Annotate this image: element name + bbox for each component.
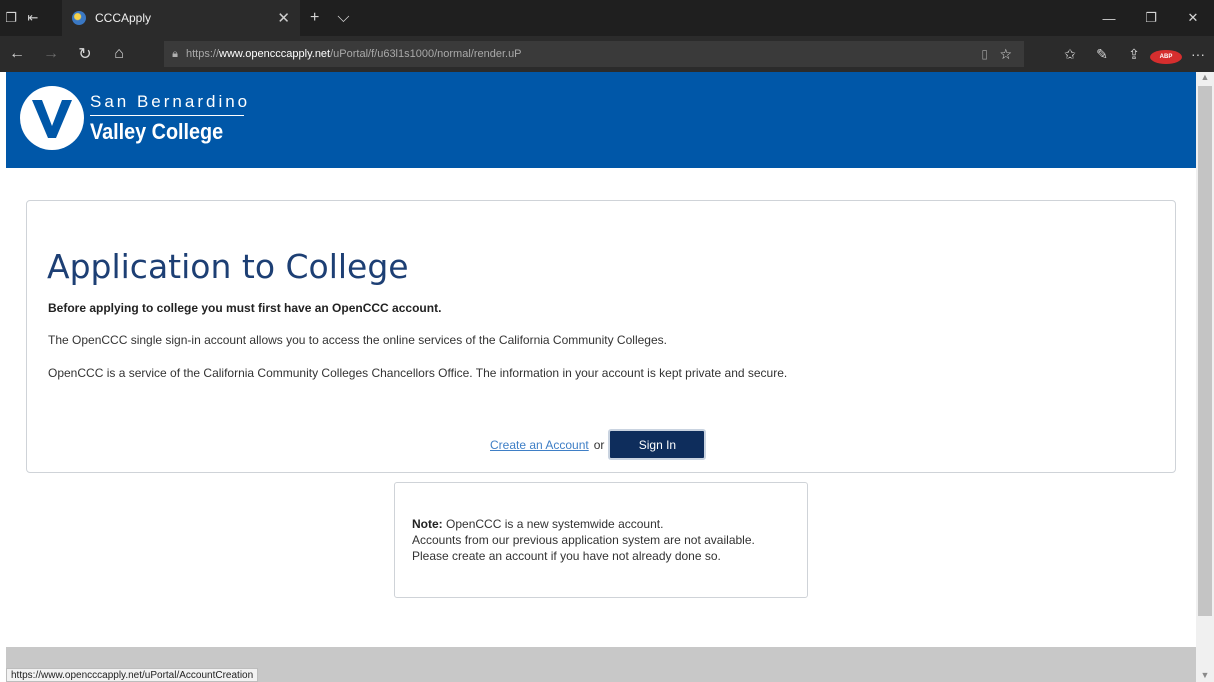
logo-v-icon xyxy=(32,100,72,138)
forward-icon[interactable]: → xyxy=(34,36,68,72)
account-actions: Create an Account or Sign In xyxy=(490,429,707,460)
url-path: /uPortal/f/u63l1s1000/normal/render.uP xyxy=(330,48,522,60)
adblock-badge: ABP xyxy=(1150,49,1182,64)
reading-view-icon[interactable]: ▯ xyxy=(981,47,988,61)
toolbar: ✩ ✎ ⇪ ABP ··· xyxy=(1054,36,1214,72)
favorite-star-icon[interactable]: ☆ xyxy=(999,46,1012,63)
create-account-link[interactable]: Create an Account xyxy=(490,438,589,452)
application-card: Application to College Before applying t… xyxy=(26,200,1176,473)
paragraph-2: OpenCCC is a service of the California C… xyxy=(48,366,788,380)
logo-line-2: Valley College xyxy=(90,119,224,144)
paragraph-1: The OpenCCC single sign-in account allow… xyxy=(48,333,667,347)
page-viewport: San Bernardino Valley College Applicatio… xyxy=(0,72,1196,682)
tab-dropdown-icon[interactable]: ⌵ xyxy=(337,9,349,27)
close-icon[interactable]: ✕ xyxy=(277,9,290,27)
site-header: San Bernardino Valley College xyxy=(6,72,1196,168)
new-tab-icon[interactable]: + xyxy=(310,9,319,27)
restore-icon[interactable]: ❐ xyxy=(1130,0,1172,36)
note-box: Note: OpenCCC is a new systemwide accoun… xyxy=(394,482,808,598)
note-text: Note: OpenCCC is a new systemwide accoun… xyxy=(412,516,755,564)
refresh-icon[interactable]: ↻ xyxy=(68,36,102,72)
scrollbar-thumb[interactable] xyxy=(1198,86,1212,616)
tab-title: CCCApply xyxy=(95,11,152,25)
favorites-icon[interactable]: ✩ xyxy=(1054,46,1086,63)
sign-in-button[interactable]: Sign In xyxy=(608,429,707,460)
or-text: or xyxy=(593,437,605,452)
adblock-icon[interactable]: ABP xyxy=(1150,45,1182,64)
address-bar[interactable]: 🔒︎ https://www.opencccapply.net/uPortal/… xyxy=(164,41,1024,67)
scroll-down-icon[interactable]: ▼ xyxy=(1196,670,1214,682)
set-aside-icon[interactable]: ⇤ xyxy=(22,0,44,36)
note-line-3: Please create an account if you have not… xyxy=(412,549,721,563)
note-label: Note: xyxy=(412,517,443,531)
new-tab-controls: + ⌵ xyxy=(310,0,349,36)
browser-tab[interactable]: CCCApply ✕ xyxy=(62,0,300,36)
more-icon[interactable]: ··· xyxy=(1182,46,1214,62)
intro-text: Before applying to college you must firs… xyxy=(48,301,442,315)
logo-divider xyxy=(90,115,244,116)
notes-icon[interactable]: ✎ xyxy=(1086,46,1118,63)
vertical-scrollbar[interactable]: ▲ ▼ xyxy=(1196,72,1214,682)
tab-actions-icon[interactable]: ❐ xyxy=(0,0,22,36)
share-icon[interactable]: ⇪ xyxy=(1118,46,1150,63)
url-host: www.opencccapply.net xyxy=(219,48,331,60)
url-scheme: https:// xyxy=(186,48,220,60)
favicon-icon xyxy=(72,11,86,25)
back-icon[interactable]: ← xyxy=(0,36,34,72)
page-title: Application to College xyxy=(47,247,409,286)
note-line-1: OpenCCC is a new systemwide account. xyxy=(442,517,664,531)
minimize-icon[interactable]: — xyxy=(1088,0,1130,36)
window-controls: — ❐ ✕ xyxy=(1088,0,1214,36)
logo-line-1: San Bernardino xyxy=(90,92,251,111)
lock-icon: 🔒︎ xyxy=(172,47,178,60)
home-icon[interactable]: ⌂ xyxy=(102,36,136,72)
status-url: https://www.opencccapply.net/uPortal/Acc… xyxy=(6,668,259,682)
college-logo[interactable] xyxy=(20,86,84,150)
window-close-icon[interactable]: ✕ xyxy=(1172,0,1214,36)
scroll-up-icon[interactable]: ▲ xyxy=(1196,72,1214,84)
note-line-2: Accounts from our previous application s… xyxy=(412,533,755,547)
